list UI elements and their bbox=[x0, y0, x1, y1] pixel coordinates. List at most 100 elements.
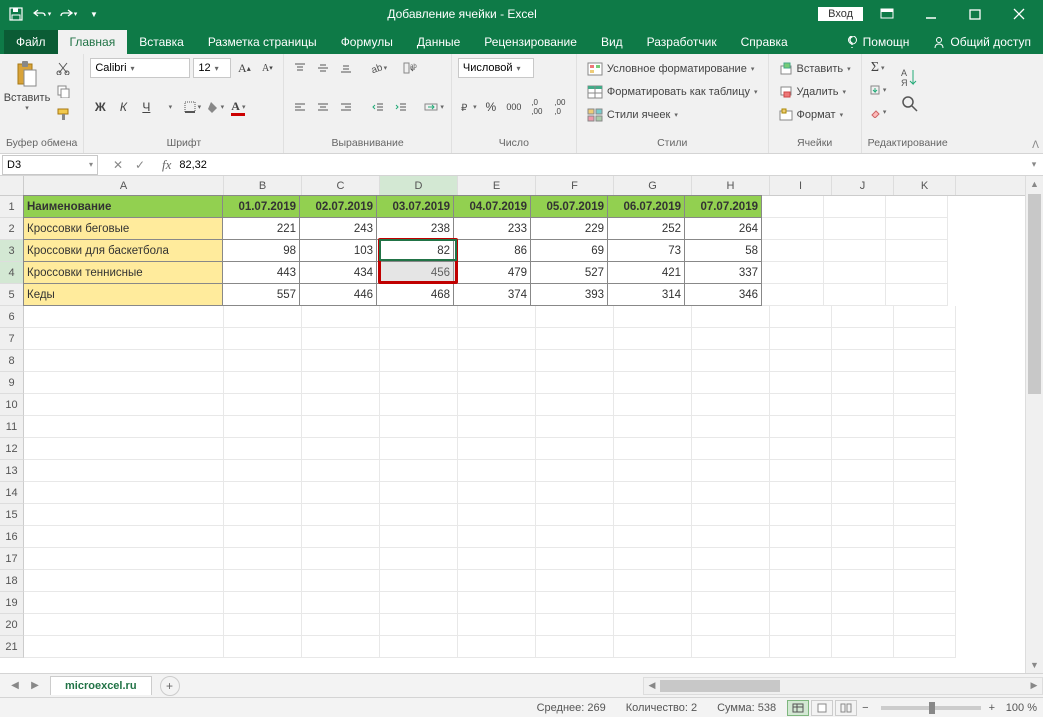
cell[interactable]: Кроссовки беговые bbox=[23, 217, 223, 240]
row-header[interactable]: 5 bbox=[0, 284, 24, 306]
cell[interactable] bbox=[832, 394, 894, 416]
cell[interactable] bbox=[380, 504, 458, 526]
expand-formula-bar-icon[interactable]: ▾ bbox=[1025, 159, 1043, 170]
cell[interactable] bbox=[224, 394, 302, 416]
cell[interactable] bbox=[380, 526, 458, 548]
underline-dropdown[interactable] bbox=[159, 97, 179, 117]
cell[interactable] bbox=[614, 460, 692, 482]
minimize-icon[interactable] bbox=[911, 0, 951, 28]
cell[interactable] bbox=[832, 438, 894, 460]
cell[interactable] bbox=[302, 438, 380, 460]
sheet-nav-prev-icon[interactable]: ◀ bbox=[6, 677, 24, 695]
cell[interactable]: 264 bbox=[684, 217, 762, 240]
cell[interactable] bbox=[302, 636, 380, 658]
cell[interactable] bbox=[380, 636, 458, 658]
row-header[interactable]: 12 bbox=[0, 438, 24, 460]
column-header[interactable]: E bbox=[458, 176, 536, 195]
column-header[interactable]: H bbox=[692, 176, 770, 195]
cell[interactable] bbox=[302, 460, 380, 482]
cell[interactable] bbox=[458, 504, 536, 526]
row-header[interactable]: 9 bbox=[0, 372, 24, 394]
cell[interactable] bbox=[24, 526, 224, 548]
cell[interactable] bbox=[302, 482, 380, 504]
cell[interactable]: 05.07.2019 bbox=[530, 195, 608, 218]
row-header[interactable]: 11 bbox=[0, 416, 24, 438]
cell[interactable] bbox=[692, 372, 770, 394]
cell[interactable] bbox=[302, 372, 380, 394]
cell[interactable] bbox=[536, 570, 614, 592]
cell[interactable] bbox=[458, 438, 536, 460]
cell[interactable] bbox=[614, 548, 692, 570]
underline-icon[interactable]: Ч bbox=[136, 97, 156, 117]
view-pagebreak-icon[interactable] bbox=[835, 700, 857, 716]
cell[interactable] bbox=[614, 438, 692, 460]
view-normal-icon[interactable] bbox=[787, 700, 809, 716]
border-icon[interactable] bbox=[182, 97, 202, 117]
cell[interactable] bbox=[832, 636, 894, 658]
cell[interactable] bbox=[886, 196, 948, 218]
cell[interactable] bbox=[832, 372, 894, 394]
number-format-combo[interactable]: Числовой▾ bbox=[458, 58, 534, 78]
cell[interactable]: 73 bbox=[607, 239, 685, 262]
cell[interactable] bbox=[894, 526, 956, 548]
increase-indent-icon[interactable] bbox=[391, 97, 411, 117]
cell[interactable]: 02.07.2019 bbox=[299, 195, 377, 218]
cell[interactable] bbox=[24, 482, 224, 504]
percent-icon[interactable]: % bbox=[481, 97, 501, 117]
cell[interactable]: 221 bbox=[222, 217, 300, 240]
cell[interactable] bbox=[894, 614, 956, 636]
cancel-formula-icon[interactable]: ✕ bbox=[108, 156, 128, 174]
currency-icon[interactable]: ₽ bbox=[458, 97, 478, 117]
cell[interactable] bbox=[692, 614, 770, 636]
cell[interactable] bbox=[824, 196, 886, 218]
cell[interactable]: Кеды bbox=[23, 283, 223, 306]
insert-cells-button[interactable]: Вставить bbox=[775, 58, 855, 80]
collapse-ribbon-icon[interactable]: ᐱ bbox=[1032, 140, 1039, 151]
cell[interactable] bbox=[380, 328, 458, 350]
tab-главная[interactable]: Главная bbox=[58, 30, 128, 54]
cell[interactable] bbox=[458, 636, 536, 658]
cell[interactable] bbox=[770, 372, 832, 394]
cell[interactable] bbox=[894, 416, 956, 438]
cell[interactable]: 479 bbox=[453, 261, 531, 284]
cell[interactable]: 252 bbox=[607, 217, 685, 240]
column-header[interactable]: G bbox=[614, 176, 692, 195]
cell[interactable] bbox=[458, 526, 536, 548]
cell[interactable] bbox=[832, 570, 894, 592]
font-color-icon[interactable]: A bbox=[228, 97, 248, 117]
cell[interactable] bbox=[886, 218, 948, 240]
column-header[interactable]: I bbox=[770, 176, 832, 195]
tab-вставка[interactable]: Вставка bbox=[127, 30, 196, 54]
qat-customize-icon[interactable]: ▼ bbox=[82, 3, 106, 25]
format-table-button[interactable]: Форматировать как таблицу bbox=[583, 81, 762, 103]
cell[interactable] bbox=[536, 438, 614, 460]
decrease-indent-icon[interactable] bbox=[368, 97, 388, 117]
cell[interactable] bbox=[692, 570, 770, 592]
row-header[interactable]: 21 bbox=[0, 636, 24, 658]
cell[interactable] bbox=[614, 328, 692, 350]
row-header[interactable]: 14 bbox=[0, 482, 24, 504]
align-center-icon[interactable] bbox=[313, 97, 333, 117]
zoom-slider[interactable] bbox=[881, 706, 981, 710]
cell[interactable] bbox=[302, 526, 380, 548]
cell[interactable] bbox=[614, 614, 692, 636]
cell[interactable] bbox=[832, 416, 894, 438]
select-all-corner[interactable] bbox=[0, 176, 24, 196]
cell[interactable] bbox=[762, 218, 824, 240]
cell[interactable] bbox=[536, 372, 614, 394]
row-header[interactable]: 16 bbox=[0, 526, 24, 548]
cell[interactable]: 468 bbox=[376, 283, 454, 306]
cell[interactable] bbox=[380, 460, 458, 482]
cell[interactable] bbox=[614, 394, 692, 416]
cell[interactable] bbox=[770, 592, 832, 614]
cell[interactable] bbox=[380, 394, 458, 416]
cell[interactable] bbox=[24, 570, 224, 592]
cell[interactable] bbox=[894, 548, 956, 570]
cell[interactable] bbox=[302, 592, 380, 614]
cell[interactable]: 03.07.2019 bbox=[376, 195, 454, 218]
signin-button[interactable]: Вход bbox=[818, 7, 863, 21]
row-header[interactable]: 4 bbox=[0, 262, 24, 284]
column-header[interactable]: K bbox=[894, 176, 956, 195]
cell[interactable]: 06.07.2019 bbox=[607, 195, 685, 218]
cell[interactable] bbox=[770, 504, 832, 526]
